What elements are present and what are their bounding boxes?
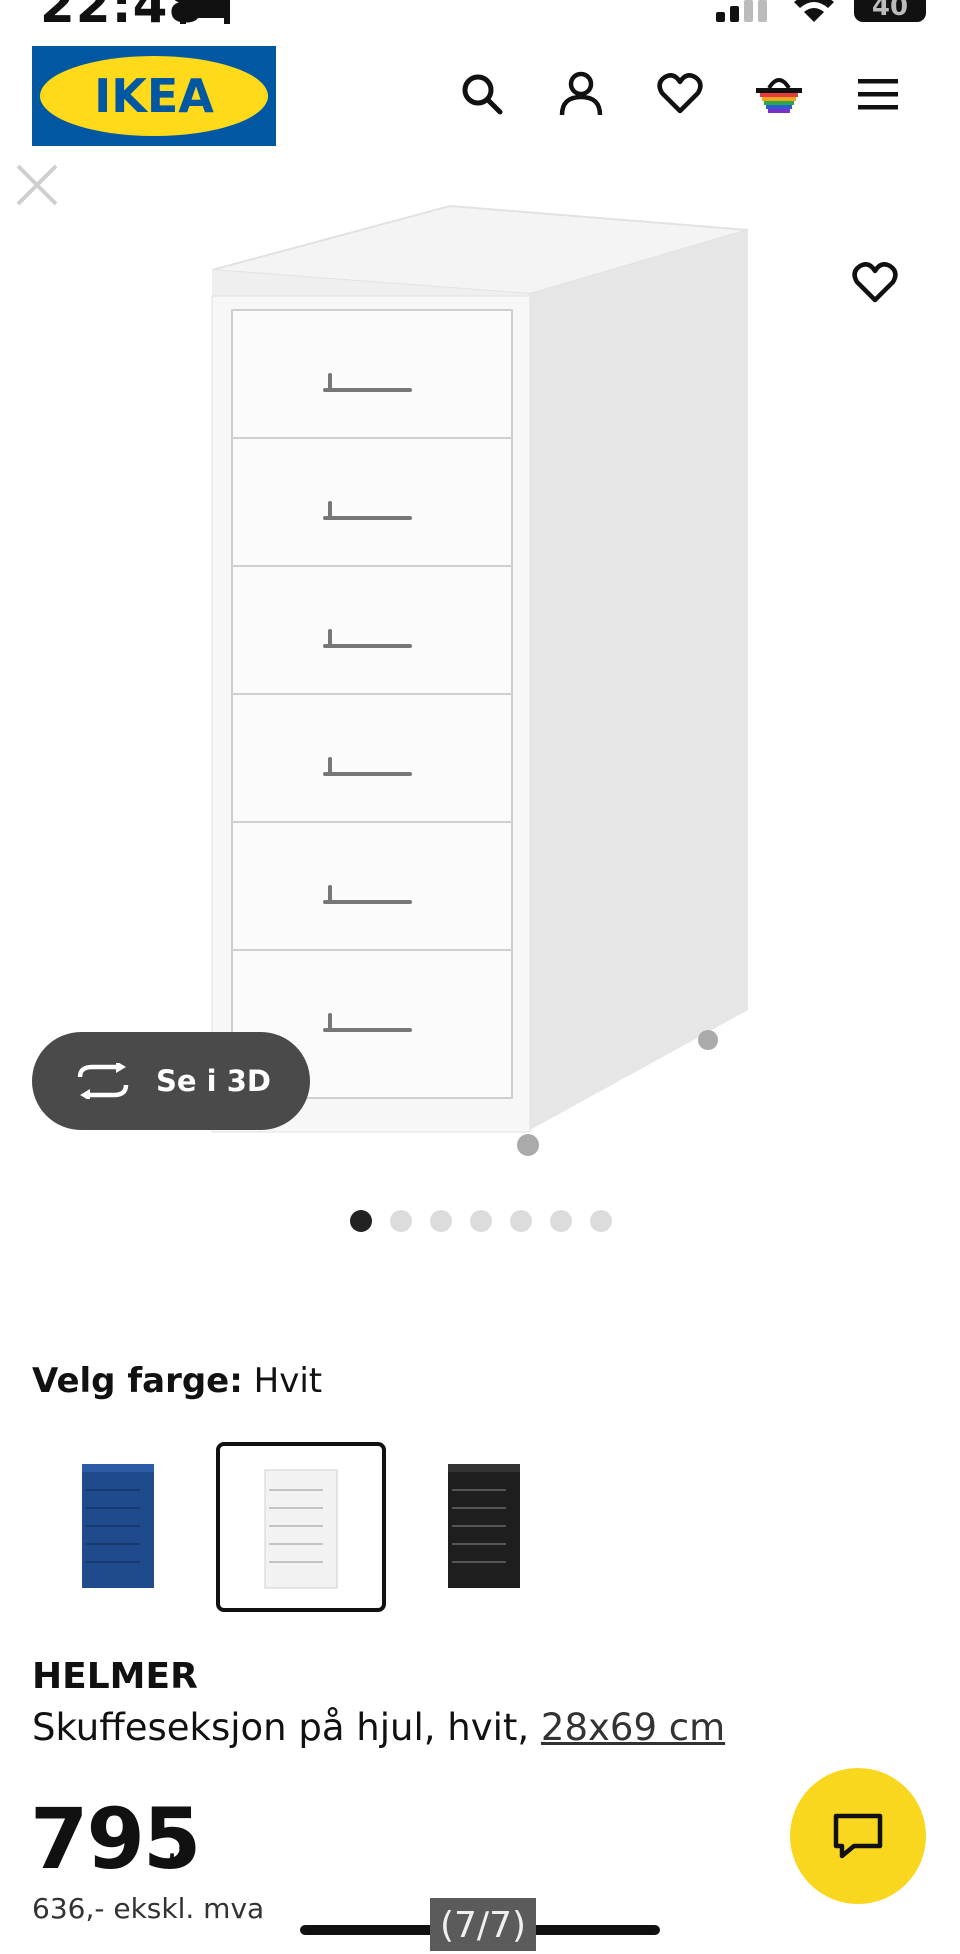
- close-icon[interactable]: [14, 162, 60, 208]
- carousel-dots: [350, 1210, 612, 1232]
- color-label-text: Velg farge:: [32, 1361, 243, 1401]
- user-icon[interactable]: [556, 66, 606, 122]
- image-counter: (7/7): [430, 1898, 536, 1951]
- product-description-text: Skuffeseksjon på hjul, hvit,: [32, 1706, 541, 1749]
- view-3d-label: Se i 3D: [156, 1064, 271, 1098]
- menu-icon[interactable]: [853, 66, 903, 122]
- carousel-dot[interactable]: [510, 1210, 532, 1232]
- basket-icon[interactable]: [754, 66, 804, 122]
- carousel-dot[interactable]: [390, 1210, 412, 1232]
- logo-text: IKEA: [94, 69, 214, 123]
- rotate-3d-icon: [77, 1063, 129, 1099]
- product-description: Skuffeseksjon på hjul, hvit, 28x69 cm: [32, 1706, 725, 1749]
- carousel-dot[interactable]: [590, 1210, 612, 1232]
- price-excl-vat: 636,- ekskl. mva: [32, 1892, 265, 1925]
- price-suffix: ,-: [166, 1826, 191, 1867]
- battery-indicator: 40: [854, 0, 926, 22]
- carousel-dot[interactable]: [350, 1210, 372, 1232]
- wifi-icon: [794, 0, 834, 22]
- chat-icon: [833, 1813, 883, 1859]
- signal-icon: [716, 0, 767, 22]
- ikea-logo[interactable]: IKEA: [32, 46, 276, 146]
- size-link[interactable]: 28x69 cm: [541, 1706, 725, 1749]
- color-option-white[interactable]: [216, 1442, 386, 1612]
- color-select-label: Velg farge: Hvit: [32, 1361, 322, 1401]
- carousel-dot[interactable]: [550, 1210, 572, 1232]
- chat-button[interactable]: [790, 1768, 926, 1904]
- product-image: [200, 200, 760, 1170]
- color-value: Hvit: [253, 1361, 323, 1401]
- color-option-blue[interactable]: [33, 1442, 203, 1612]
- favorite-heart-icon[interactable]: [852, 262, 898, 304]
- carousel-dot[interactable]: [430, 1210, 452, 1232]
- heart-icon[interactable]: [655, 66, 705, 122]
- color-option-black[interactable]: [399, 1442, 569, 1612]
- bed-icon: [180, 0, 230, 24]
- carousel-dot[interactable]: [470, 1210, 492, 1232]
- search-icon[interactable]: [457, 66, 507, 122]
- view-3d-button[interactable]: Se i 3D: [32, 1032, 310, 1130]
- product-name: HELMER: [32, 1656, 198, 1697]
